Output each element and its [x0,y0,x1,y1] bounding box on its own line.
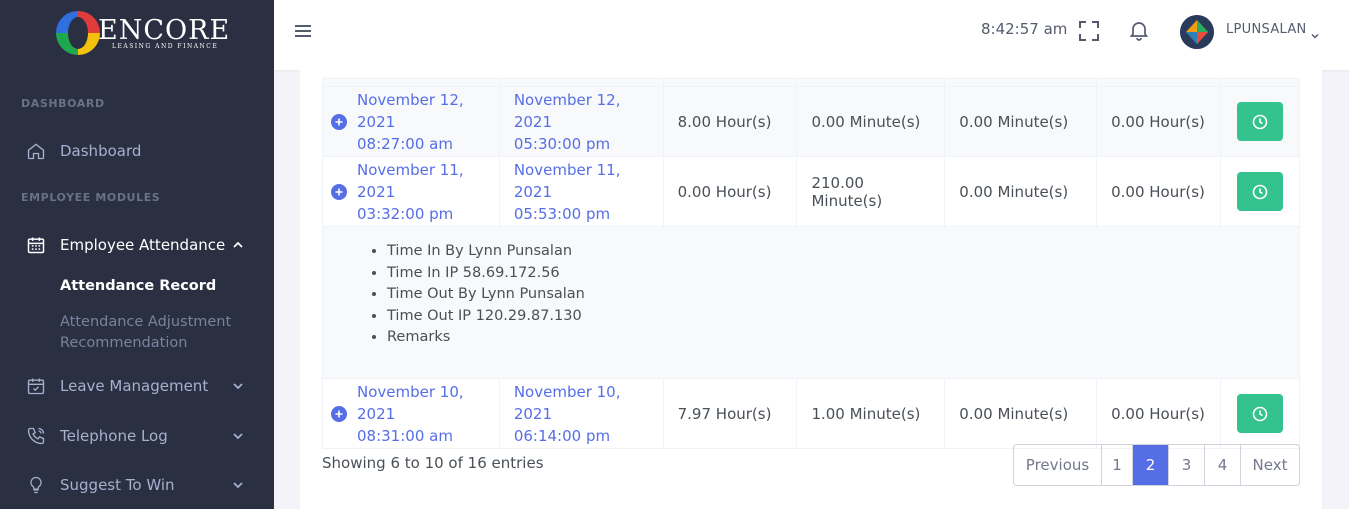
detail-item: Time Out IP 120.29.87.130 [387,306,1285,328]
chevron-up-icon [232,239,244,251]
sidebar-subitem-attendance-adjustment[interactable]: Attendance Adjustment Recommendation [60,312,231,354]
menu-title-dashboard: DASHBOARD [21,97,105,110]
overtime-cell: 0.00 Hour(s) [1096,378,1221,449]
detail-item: Time Out By Lynn Punsalan [387,284,1285,306]
late-cell: 0.00 Minute(s) [796,86,946,157]
time-in-date: November 12, 2021 [357,90,464,131]
lightbulb-icon [26,475,46,495]
menu-title-employee-modules: EMPLOYEE MODULES [21,191,161,204]
sidebar-item-label: Dashboard [60,142,142,160]
attendance-card: November 12, 2021 08:27:00 am November 12… [300,70,1322,509]
pagination-page-1[interactable]: 1 [1102,445,1133,485]
brand-name: ENCORE [98,14,231,46]
overtime-cell: 0.00 Hour(s) [1096,86,1221,157]
time-out-date: November 10, 2021 [513,382,621,423]
hamburger-menu-icon[interactable] [294,22,312,40]
phone-icon [26,426,46,446]
attendance-table: November 12, 2021 08:27:00 am November 12… [322,78,1301,449]
detail-item: Time In IP 58.69.172.56 [387,263,1285,285]
pagination-next[interactable]: Next [1241,445,1299,485]
sidebar-item-label: Telephone Log [60,427,168,445]
sidebar-subitem-attendance-record[interactable]: Attendance Record [60,276,216,297]
calendar-icon [26,235,46,255]
time-in-time: 08:31:00 am [357,426,453,445]
bell-icon[interactable] [1127,18,1151,42]
pagination-page-4[interactable]: 4 [1205,445,1241,485]
logo-icon [56,11,100,55]
sidebar-item-telephone-log[interactable]: Telephone Log [0,416,274,456]
undertime-cell: 0.00 Minute(s) [944,156,1098,227]
clock-icon [1252,406,1268,421]
sidebar-item-label: Leave Management [60,377,209,395]
pagination-page-3[interactable]: 3 [1169,445,1205,485]
home-icon [26,141,46,161]
clock-time: 8:42:57 am [981,20,1068,38]
time-in-time: 03:32:00 pm [357,204,454,223]
sidebar: ENCORE LEASING AND FINANCE DASHBOARD Das… [0,0,274,509]
sidebar-subitem-label: Recommendation [60,335,188,351]
calendar-check-icon [26,376,46,396]
avatar[interactable] [1180,15,1214,49]
time-log-button[interactable] [1236,172,1283,211]
time-out-time: 05:30:00 pm [513,134,611,153]
chevron-down-icon [232,479,244,491]
sidebar-subitem-label: Attendance Adjustment [60,314,232,330]
fullscreen-icon[interactable] [1078,20,1100,42]
pagination-previous[interactable]: Previous [1014,445,1102,485]
expand-row-icon[interactable] [331,113,347,130]
detail-item: Remarks [387,327,1285,349]
sidebar-item-suggest-to-win[interactable]: Suggest To Win [0,465,274,505]
undertime-cell: 0.00 Minute(s) [944,86,1098,157]
time-in-date: November 11, 2021 [357,160,464,201]
late-cell: 1.00 Minute(s) [796,378,946,449]
hours-cell: 7.97 Hour(s) [662,378,798,449]
hours-cell: 0.00 Hour(s) [662,156,798,227]
table-row-stub [322,78,1301,87]
sidebar-item-employee-attendance[interactable]: Employee Attendance [0,225,274,265]
detail-list: Time In By Lynn Punsalan Time In IP 58.6… [387,241,1285,349]
undertime-cell: 0.00 Minute(s) [944,378,1098,449]
time-log-button[interactable] [1236,102,1283,141]
time-out-date: November 12, 2021 [513,90,621,131]
brand-tagline: LEASING AND FINANCE [112,42,219,50]
expand-row-icon[interactable] [331,405,347,422]
sidebar-item-label: Employee Attendance [60,236,226,254]
time-out-time: 05:53:00 pm [513,204,611,223]
time-in-date: November 10, 2021 [357,382,464,423]
hours-cell: 8.00 Hour(s) [662,86,798,157]
overtime-cell: 0.00 Hour(s) [1096,156,1221,227]
chevron-down-icon [232,430,244,442]
row-detail: Time In By Lynn Punsalan Time In IP 58.6… [322,226,1300,379]
clock-icon [1252,184,1268,199]
clock-icon [1252,114,1268,129]
late-cell: 210.00 Minute(s) [796,156,946,227]
sidebar-item-leave-management[interactable]: Leave Management [0,366,274,406]
table-row: November 10, 2021 08:31:00 am November 10… [322,378,1301,449]
time-log-button[interactable] [1236,394,1283,433]
chevron-down-icon[interactable] [1310,26,1320,39]
topbar: 8:42:57 am LPUNSALAN [274,0,1349,70]
expand-row-icon[interactable] [331,183,347,200]
table-row: November 11, 2021 03:32:00 pm November 11… [322,156,1301,227]
time-out-date: November 11, 2021 [513,160,621,201]
entries-info: Showing 6 to 10 of 16 entries [322,454,544,472]
pagination: Previous 1 2 3 4 Next [1013,444,1300,486]
time-out-time: 06:14:00 pm [513,426,611,445]
sidebar-item-label: Suggest To Win [60,476,175,494]
pagination-page-2[interactable]: 2 [1133,445,1169,485]
username[interactable]: LPUNSALAN [1226,22,1307,37]
detail-item: Time In By Lynn Punsalan [387,241,1285,263]
time-in-time: 08:27:00 am [357,134,453,153]
brand-logo[interactable]: ENCORE LEASING AND FINANCE [56,10,230,56]
chevron-down-icon [232,380,244,392]
table-row: November 12, 2021 08:27:00 am November 12… [322,86,1301,157]
sidebar-item-dashboard[interactable]: Dashboard [0,131,274,171]
